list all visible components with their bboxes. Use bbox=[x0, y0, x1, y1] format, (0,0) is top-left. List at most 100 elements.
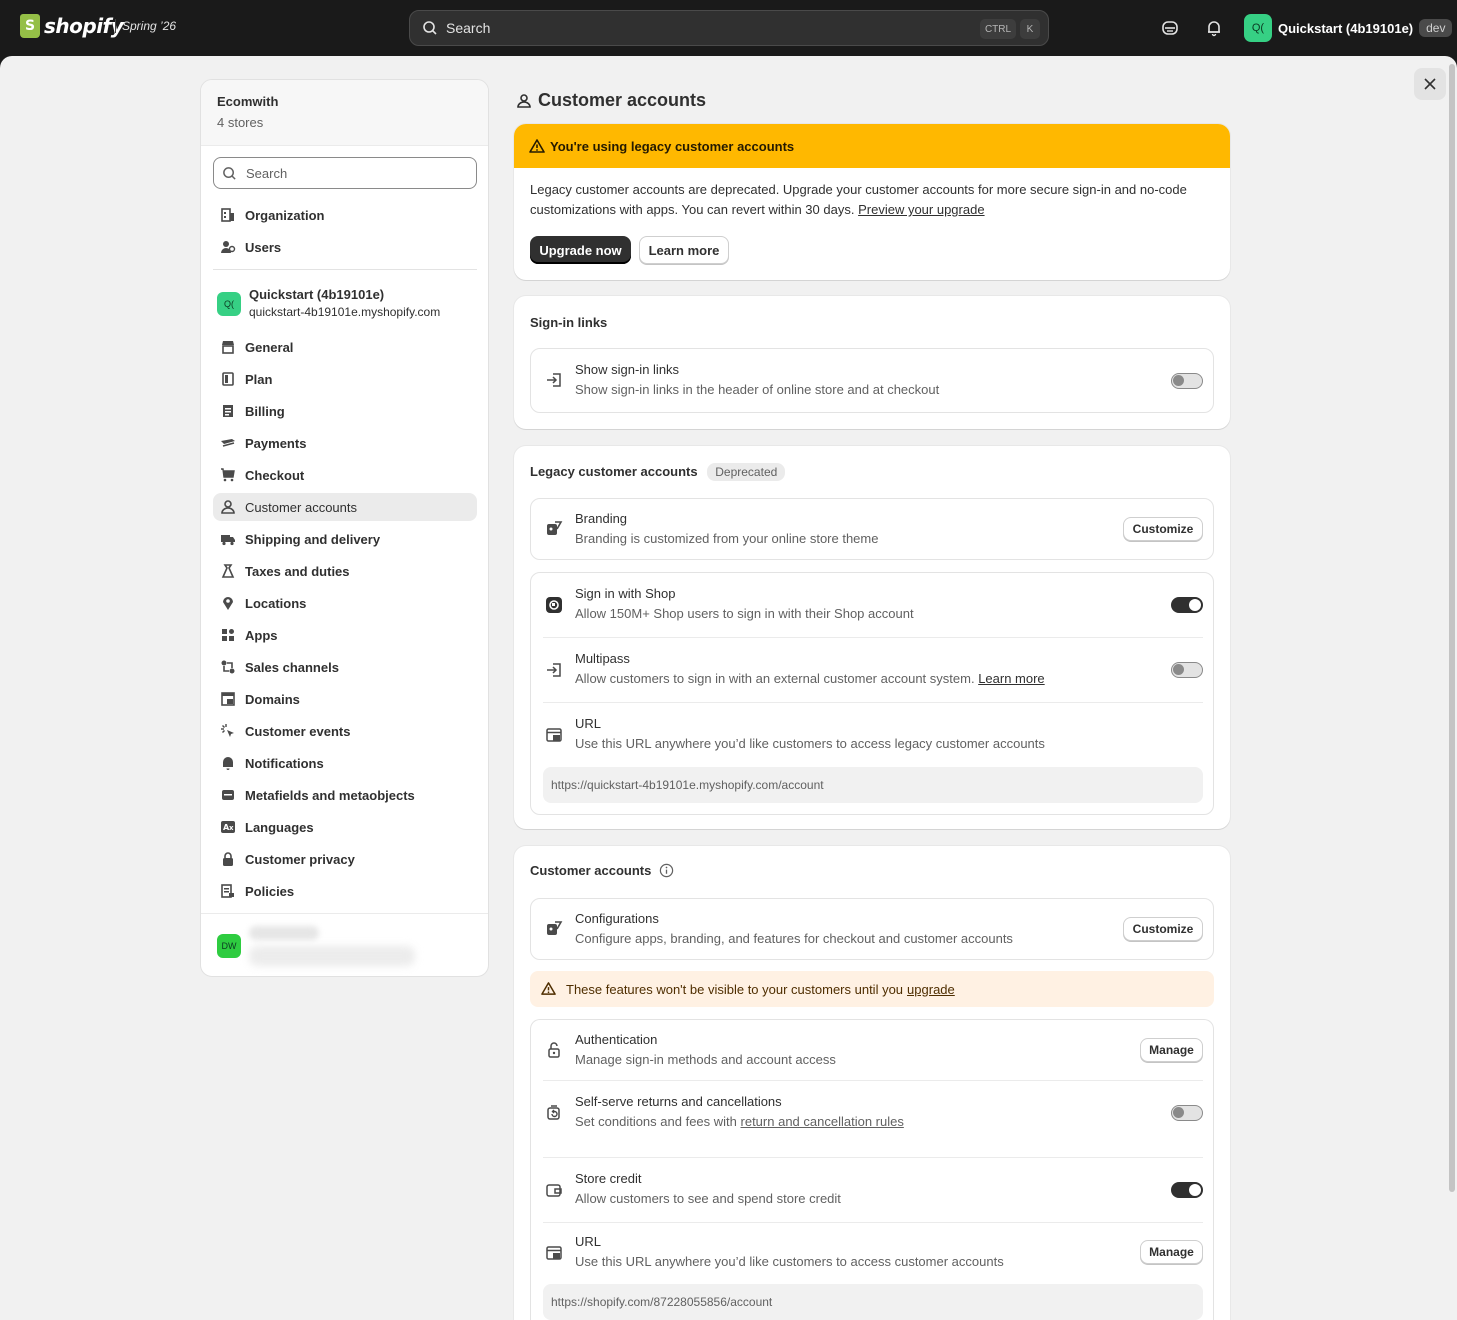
legacy-warning-banner: You're using legacy customer accounts Le… bbox=[514, 124, 1230, 280]
upgrade-notice: These features won't be visible to your … bbox=[530, 971, 1214, 1007]
search-icon bbox=[423, 21, 437, 35]
sign-in-with-shop-toggle[interactable] bbox=[1171, 597, 1203, 613]
warning-icon bbox=[529, 139, 545, 153]
sidebar-item-customer-accounts[interactable]: Customer accounts bbox=[213, 493, 477, 521]
sidebar-item-users[interactable]: Users bbox=[213, 233, 477, 261]
url-manage-button[interactable]: Manage bbox=[1140, 1240, 1203, 1264]
upgrade-link[interactable]: upgrade bbox=[907, 982, 955, 997]
row-description: Show sign-in links in the header of onli… bbox=[575, 382, 940, 397]
store-name: Quickstart (4b19101e) bbox=[249, 287, 385, 302]
global-search[interactable]: Search CTRL K bbox=[409, 10, 1049, 46]
store-credit-toggle[interactable] bbox=[1171, 1182, 1203, 1198]
sidebar-item-domains[interactable]: Domains bbox=[213, 685, 477, 713]
sidebar-item-general[interactable]: General bbox=[213, 333, 477, 361]
sidebar-item-shipping[interactable]: Shipping and delivery bbox=[213, 525, 477, 553]
toggle-knob bbox=[1173, 375, 1184, 386]
row-description: Branding is customized from your online … bbox=[575, 531, 879, 546]
unlock-icon bbox=[548, 1042, 560, 1058]
toggle-knob bbox=[1189, 1184, 1201, 1196]
row-description: Configure apps, branding, and features f… bbox=[575, 931, 1013, 946]
row-title: Self-serve returns and cancellations bbox=[575, 1094, 782, 1109]
sidebar-divider bbox=[213, 269, 477, 270]
configurations-customize-button[interactable]: Customize bbox=[1123, 917, 1203, 941]
sidebar-item-organization[interactable]: Organization bbox=[213, 201, 477, 229]
customer-url-field[interactable]: https://shopify.com/87228055856/account bbox=[543, 1284, 1203, 1320]
multipass-learn-more-link[interactable]: Learn more bbox=[978, 671, 1044, 686]
returns-row: Self-serve returns and cancellations Set… bbox=[531, 1081, 1215, 1157]
customer-url-row: URL Use this URL anywhere you’d like cus… bbox=[531, 1223, 1215, 1320]
banner-title: You're using legacy customer accounts bbox=[550, 138, 795, 154]
organization-icon bbox=[221, 208, 234, 222]
sidebar-item-taxes[interactable]: Taxes and duties bbox=[213, 557, 477, 585]
sidebar-item-notifications[interactable]: Notifications bbox=[213, 749, 477, 777]
multipass-toggle[interactable] bbox=[1171, 662, 1203, 678]
org-header[interactable]: Ecomwith 4 stores bbox=[201, 80, 488, 146]
returns-toggle[interactable] bbox=[1171, 1105, 1203, 1121]
sidebar-item-sales-channels[interactable]: Sales channels bbox=[213, 653, 477, 681]
sidebar-item-label: Apps bbox=[245, 627, 278, 643]
sidekick-icon[interactable] bbox=[1160, 18, 1180, 38]
section-title: Sign-in links bbox=[530, 315, 608, 330]
row-title: Show sign-in links bbox=[575, 362, 680, 377]
shop-app-icon bbox=[546, 597, 562, 613]
sidebar-item-plan[interactable]: Plan bbox=[213, 365, 477, 393]
cursor-icon bbox=[221, 724, 234, 737]
settings-search-placeholder: Search bbox=[246, 165, 288, 181]
row-description: Manage sign-in methods and account acces… bbox=[575, 1052, 836, 1067]
authentication-manage-button[interactable]: Manage bbox=[1140, 1038, 1203, 1062]
sidebar-item-label: Users bbox=[245, 239, 282, 255]
top-bar: shopify Spring ’26 Search CTRL K Q( Quic… bbox=[0, 0, 1457, 56]
shortcut-ctrl: CTRL bbox=[980, 19, 1016, 39]
sidebar-item-label: Organization bbox=[245, 207, 325, 223]
account-footer[interactable]: DW bbox=[201, 913, 488, 976]
sidebar-item-billing[interactable]: Billing bbox=[213, 397, 477, 425]
sidebar-item-label: Payments bbox=[245, 435, 307, 451]
payments-icon bbox=[221, 439, 235, 447]
scrollbar[interactable] bbox=[1449, 64, 1455, 1192]
sidebar-item-payments[interactable]: Payments bbox=[213, 429, 477, 457]
sidebar-item-customer-events[interactable]: Customer events bbox=[213, 717, 477, 745]
shopify-bag-icon bbox=[20, 14, 40, 38]
sidebar-item-metafields[interactable]: Metafields and metaobjects bbox=[213, 781, 477, 809]
sidebar-item-checkout[interactable]: Checkout bbox=[213, 461, 477, 489]
shortcut-k: K bbox=[1020, 19, 1040, 39]
truck-icon bbox=[221, 535, 235, 546]
sidebar-item-apps[interactable]: Apps bbox=[213, 621, 477, 649]
store-switcher[interactable]: Q( Quickstart (4b19101e) dev bbox=[1244, 14, 1453, 42]
global-search-placeholder: Search bbox=[446, 20, 491, 36]
close-button[interactable] bbox=[1414, 68, 1446, 100]
return-rules-link[interactable]: return and cancellation rules bbox=[741, 1114, 904, 1129]
store-block[interactable]: Q( Quickstart (4b19101e) quickstart-4b19… bbox=[213, 286, 477, 322]
sidebar-item-policies[interactable]: Policies bbox=[213, 877, 477, 905]
sidebar-item-customer-privacy[interactable]: Customer privacy bbox=[213, 845, 477, 873]
banner-header: You're using legacy customer accounts bbox=[514, 124, 1230, 168]
shopify-logo[interactable]: shopify bbox=[20, 14, 124, 38]
settings-modal: Ecomwith 4 stores Search Organization Us… bbox=[0, 56, 1457, 1320]
page-title-text: Customer accounts bbox=[538, 90, 707, 110]
page-title: Customer accounts bbox=[516, 90, 706, 111]
wallet-icon bbox=[546, 1184, 562, 1197]
show-signin-links-toggle[interactable] bbox=[1171, 373, 1203, 389]
user-avatar: DW bbox=[217, 934, 241, 958]
preview-upgrade-link[interactable]: Preview your upgrade bbox=[858, 202, 984, 217]
row-description: Use this URL anywhere you’d like custome… bbox=[575, 1254, 1004, 1269]
notifications-bell-icon[interactable] bbox=[1204, 18, 1224, 38]
learn-more-button[interactable]: Learn more bbox=[639, 236, 729, 264]
sidebar-item-languages[interactable]: Ax Languages bbox=[213, 813, 477, 841]
env-badge: dev bbox=[1419, 19, 1453, 37]
row-title: URL bbox=[575, 716, 602, 731]
billing-icon bbox=[223, 405, 233, 417]
legacy-url-field[interactable]: https://quickstart-4b19101e.myshopify.co… bbox=[543, 767, 1203, 803]
cart-icon bbox=[221, 468, 235, 482]
branding-customize-button[interactable]: Customize bbox=[1123, 517, 1203, 541]
sidebar-item-label: Billing bbox=[245, 403, 285, 419]
section-title-text: Customer accounts bbox=[530, 863, 652, 878]
returns-icon bbox=[547, 1105, 560, 1120]
upgrade-now-button[interactable]: Upgrade now bbox=[530, 236, 631, 264]
row-description: Allow 150M+ Shop users to sign in with t… bbox=[575, 606, 914, 621]
row-title: Sign in with Shop bbox=[575, 586, 676, 601]
info-icon[interactable] bbox=[659, 863, 674, 878]
settings-search-input[interactable]: Search bbox=[213, 157, 477, 189]
sidebar-item-locations[interactable]: Locations bbox=[213, 589, 477, 617]
sidebar-item-label: Customer accounts bbox=[245, 499, 357, 515]
